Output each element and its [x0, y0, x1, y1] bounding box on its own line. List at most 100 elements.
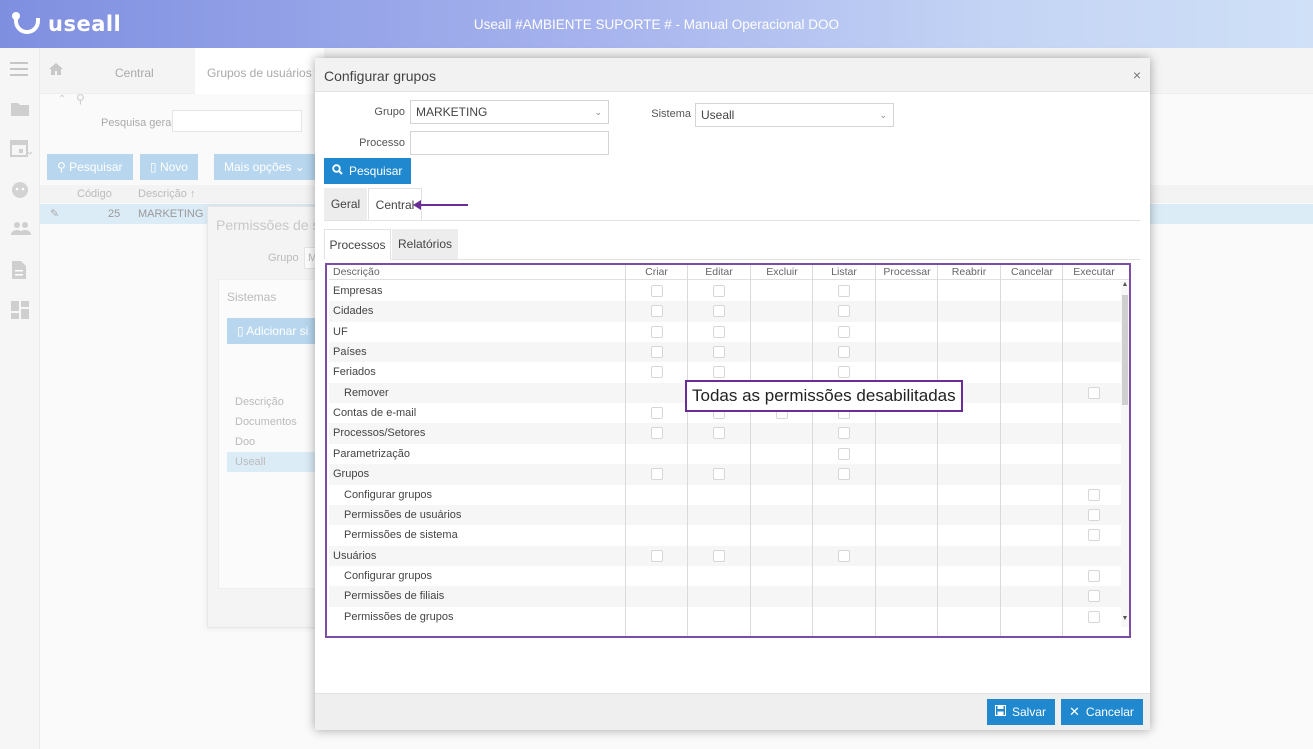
- table-row[interactable]: Permissões de sistema: [329, 525, 1124, 545]
- close-icon[interactable]: ×: [1133, 67, 1141, 83]
- col-header-excluir[interactable]: Excluir: [751, 266, 813, 278]
- checkbox-criar[interactable]: [651, 549, 663, 562]
- table-row[interactable]: Permissões de grupos: [329, 607, 1124, 627]
- checkbox-editar[interactable]: [713, 366, 725, 379]
- checkbox-listar[interactable]: [838, 447, 850, 460]
- save-button[interactable]: Salvar: [987, 699, 1055, 725]
- checkbox-listar[interactable]: [838, 366, 850, 379]
- checkbox-listar[interactable]: [838, 549, 850, 562]
- search-button[interactable]: Pesquisar: [324, 158, 411, 184]
- table-row[interactable]: Empresas: [329, 281, 1124, 301]
- people-icon[interactable]: [10, 220, 31, 240]
- col-header-processar[interactable]: Processar: [876, 266, 938, 278]
- cancel-button[interactable]: ✕ Cancelar: [1061, 699, 1143, 725]
- checkbox-executar[interactable]: [1088, 488, 1100, 501]
- tab-relatorios[interactable]: Relatórios: [392, 229, 458, 259]
- dashboard-icon[interactable]: [10, 300, 30, 320]
- checkbox-editar[interactable]: [713, 285, 725, 297]
- checkbox-editar[interactable]: [713, 305, 725, 318]
- col-header-criar[interactable]: Criar: [626, 266, 687, 278]
- processo-input[interactable]: [410, 131, 609, 155]
- checkbox-editar[interactable]: [713, 325, 725, 338]
- edit-pencil-icon[interactable]: ✎: [50, 207, 59, 220]
- checkbox-criar[interactable]: [651, 325, 663, 338]
- chevron-down-icon: ⌄: [879, 110, 887, 120]
- scroll-down-arrow-icon[interactable]: ▼: [1121, 615, 1129, 622]
- search-icon: [332, 159, 343, 185]
- table-row[interactable]: UF: [329, 322, 1124, 342]
- document-icon[interactable]: [10, 260, 30, 280]
- table-row[interactable]: Grupos: [329, 464, 1124, 485]
- checkbox-criar[interactable]: [651, 468, 663, 481]
- table-row[interactable]: Configurar grupos: [329, 566, 1124, 586]
- sistema-select[interactable]: Useall ⌄: [695, 103, 894, 127]
- column-divider: [625, 265, 626, 636]
- scroll-thumb[interactable]: [1122, 295, 1128, 405]
- col-header-descricao[interactable]: Descrição: [333, 266, 380, 278]
- folder-icon[interactable]: [10, 100, 30, 120]
- general-search-input[interactable]: [172, 110, 302, 132]
- table-row[interactable]: Usuários: [329, 545, 1124, 566]
- table-row[interactable]: Processos/Setores: [329, 423, 1124, 444]
- checkbox-criar[interactable]: [651, 305, 663, 318]
- checkbox-executar[interactable]: [1088, 590, 1100, 603]
- col-header-editar[interactable]: Editar: [688, 266, 750, 278]
- checkbox-editar[interactable]: [713, 346, 725, 359]
- scroll-up-arrow-icon[interactable]: ▲: [1121, 281, 1129, 288]
- chevron-up-icon[interactable]: ⌃: [58, 94, 66, 105]
- row-description: UF: [333, 325, 348, 338]
- bg-col-descricao[interactable]: Descrição ↑: [138, 188, 195, 200]
- face-icon[interactable]: [10, 180, 30, 200]
- table-row[interactable]: Cidades: [329, 301, 1124, 322]
- tab-geral[interactable]: Geral: [324, 188, 367, 220]
- bg-more-options-button[interactable]: Mais opções ⌄: [214, 154, 315, 180]
- document-icon: ▯: [150, 160, 160, 174]
- table-row[interactable]: Configurar grupos: [329, 485, 1124, 505]
- checkbox-criar[interactable]: [651, 407, 663, 420]
- checkbox-criar[interactable]: [651, 346, 663, 359]
- checkbox-criar[interactable]: [651, 285, 663, 297]
- col-header-reabrir[interactable]: Reabrir: [938, 266, 1000, 278]
- table-row[interactable]: Permissões de usuários: [329, 504, 1124, 526]
- checkbox-listar[interactable]: [838, 285, 850, 297]
- checkbox-executar[interactable]: [1088, 610, 1100, 623]
- sistema-label: Sistema: [651, 108, 691, 120]
- checkbox-criar[interactable]: [651, 427, 663, 440]
- table-row[interactable]: Países: [329, 342, 1124, 363]
- col-header-cancelar[interactable]: Cancelar: [1001, 266, 1063, 278]
- grupo-select[interactable]: MARKETING ⌄: [410, 100, 609, 124]
- checkbox-criar[interactable]: [651, 366, 663, 379]
- checkbox-editar[interactable]: [713, 427, 725, 440]
- checkbox-executar[interactable]: [1088, 508, 1100, 521]
- grid-scrollbar[interactable]: ▲ ▼: [1121, 281, 1129, 627]
- document-icon: ▯: [237, 324, 247, 338]
- column-divider: [812, 265, 813, 636]
- save-icon: [995, 700, 1006, 726]
- checkbox-executar[interactable]: [1088, 386, 1100, 399]
- col-header-listar[interactable]: Listar: [813, 266, 875, 278]
- menu-icon[interactable]: [10, 62, 30, 82]
- checkbox-listar[interactable]: [838, 468, 850, 481]
- column-divider: [875, 265, 876, 636]
- table-row[interactable]: Permissões de filiais: [329, 586, 1124, 607]
- checkbox-listar[interactable]: [838, 325, 850, 338]
- tab-central[interactable]: Central: [115, 66, 154, 80]
- checkbox-listar[interactable]: [838, 427, 850, 440]
- checkbox-listar[interactable]: [838, 305, 850, 318]
- checkbox-editar[interactable]: [713, 468, 725, 481]
- checkbox-executar[interactable]: [1088, 529, 1100, 542]
- checkbox-editar[interactable]: [713, 549, 725, 562]
- checkbox-listar[interactable]: [838, 346, 850, 359]
- home-icon[interactable]: [48, 62, 64, 79]
- table-row[interactable]: Parametrização: [329, 444, 1124, 464]
- col-header-executar[interactable]: Executar: [1063, 266, 1125, 278]
- save-button-label: Salvar: [1012, 705, 1047, 719]
- bg-search-button[interactable]: ⚲ Pesquisar: [47, 154, 133, 180]
- inner-tabs-divider: [324, 259, 1140, 260]
- tab-processos[interactable]: Processos: [324, 229, 391, 260]
- calendar-icon[interactable]: [10, 138, 33, 158]
- bg-col-codigo[interactable]: Código: [77, 188, 112, 200]
- bg-new-button[interactable]: ▯ Novo: [140, 154, 198, 180]
- tab-grupos-de-usuarios[interactable]: Grupos de usuários: [195, 48, 324, 94]
- checkbox-executar[interactable]: [1088, 569, 1100, 582]
